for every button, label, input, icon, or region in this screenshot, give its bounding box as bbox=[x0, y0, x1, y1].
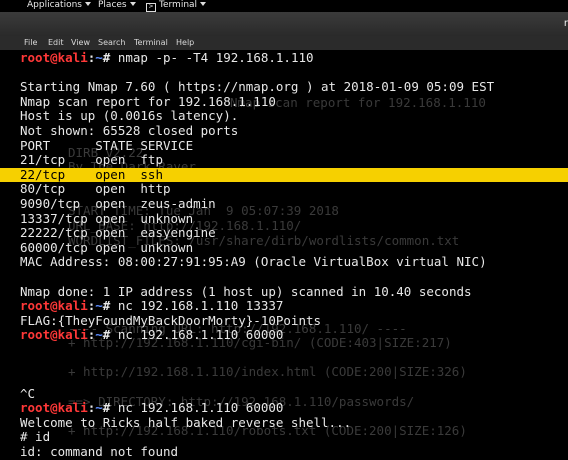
output-line: Starting Nmap 7.60 ( https://nmap.org ) … bbox=[20, 79, 495, 95]
port-table-header: PORT STATE SERVICE bbox=[20, 137, 194, 153]
menu-view[interactable]: View bbox=[71, 38, 90, 47]
port-row: 9090/tcp open zeus-admin bbox=[20, 195, 216, 211]
output-line: Host is up (0.0016s latency). bbox=[20, 108, 239, 124]
window-title-bar[interactable]: r bbox=[0, 12, 568, 36]
port-row: 60000/tcp open unknown bbox=[20, 239, 194, 255]
output-line: Nmap done: 1 IP address (1 host up) scan… bbox=[20, 283, 472, 299]
output-line: id: command not found bbox=[20, 444, 179, 460]
menu-file[interactable]: File bbox=[24, 38, 37, 47]
output-line: MAC Address: 08:00:27:91:95:A9 (Oracle V… bbox=[20, 254, 487, 270]
port-row: 22222/tcp open easyengine bbox=[20, 225, 216, 241]
command-line: root@kali:~# nc 192.168.1.110 60000 bbox=[20, 400, 284, 416]
menu-help[interactable]: Help bbox=[176, 38, 194, 47]
command-line: root@kali:~# nc 192.168.1.110 60000 bbox=[20, 327, 284, 343]
terminal-app-menu[interactable]: > Terminal bbox=[146, 0, 207, 12]
command-line: root@kali:~# nc 192.168.1.110 13337 bbox=[20, 298, 284, 314]
title-text: r bbox=[563, 18, 568, 29]
terminal-output: root@kali:~# nmap -p- -T4 192.168.1.110 … bbox=[0, 51, 568, 460]
applications-menu[interactable]: Applications bbox=[27, 0, 91, 11]
chevron-down-icon bbox=[84, 2, 91, 6]
port-row-highlighted: 22/tcp open ssh bbox=[0, 167, 568, 183]
output-line: ^C bbox=[20, 385, 36, 401]
output-line: Not shown: 65528 closed ports bbox=[20, 122, 239, 138]
output-line: Nmap scan report for 192.168.1.110 bbox=[20, 93, 276, 109]
terminal-menubar: File Edit View Search Terminal Help bbox=[0, 36, 568, 50]
terminal-icon: > bbox=[146, 3, 156, 12]
port-row: 13337/tcp open unknown bbox=[20, 210, 194, 226]
output-line: Welcome to Ricks half baked reverse shel… bbox=[20, 414, 352, 430]
menu-edit[interactable]: Edit bbox=[48, 38, 64, 47]
command-line: root@kali:~# nmap -p- -T4 192.168.1.110 bbox=[20, 51, 314, 65]
shell-input-line: # id bbox=[20, 429, 51, 445]
system-top-bar: Applications Places > Terminal bbox=[0, 0, 568, 12]
menu-search[interactable]: Search bbox=[98, 38, 125, 47]
terminal-area[interactable]: Nmap scan report for 192.168.1.110 DIRB … bbox=[0, 51, 568, 460]
flag-line: FLAG:{TheyFoundMyBackDoorMorty}-10Points bbox=[20, 312, 322, 328]
chevron-down-icon bbox=[129, 2, 136, 6]
menu-terminal[interactable]: Terminal bbox=[134, 38, 168, 47]
port-row: 80/tcp open http bbox=[20, 181, 171, 197]
chevron-down-icon bbox=[200, 2, 207, 6]
port-row: 21/tcp open ftp bbox=[20, 152, 163, 168]
places-menu[interactable]: Places bbox=[98, 0, 136, 11]
